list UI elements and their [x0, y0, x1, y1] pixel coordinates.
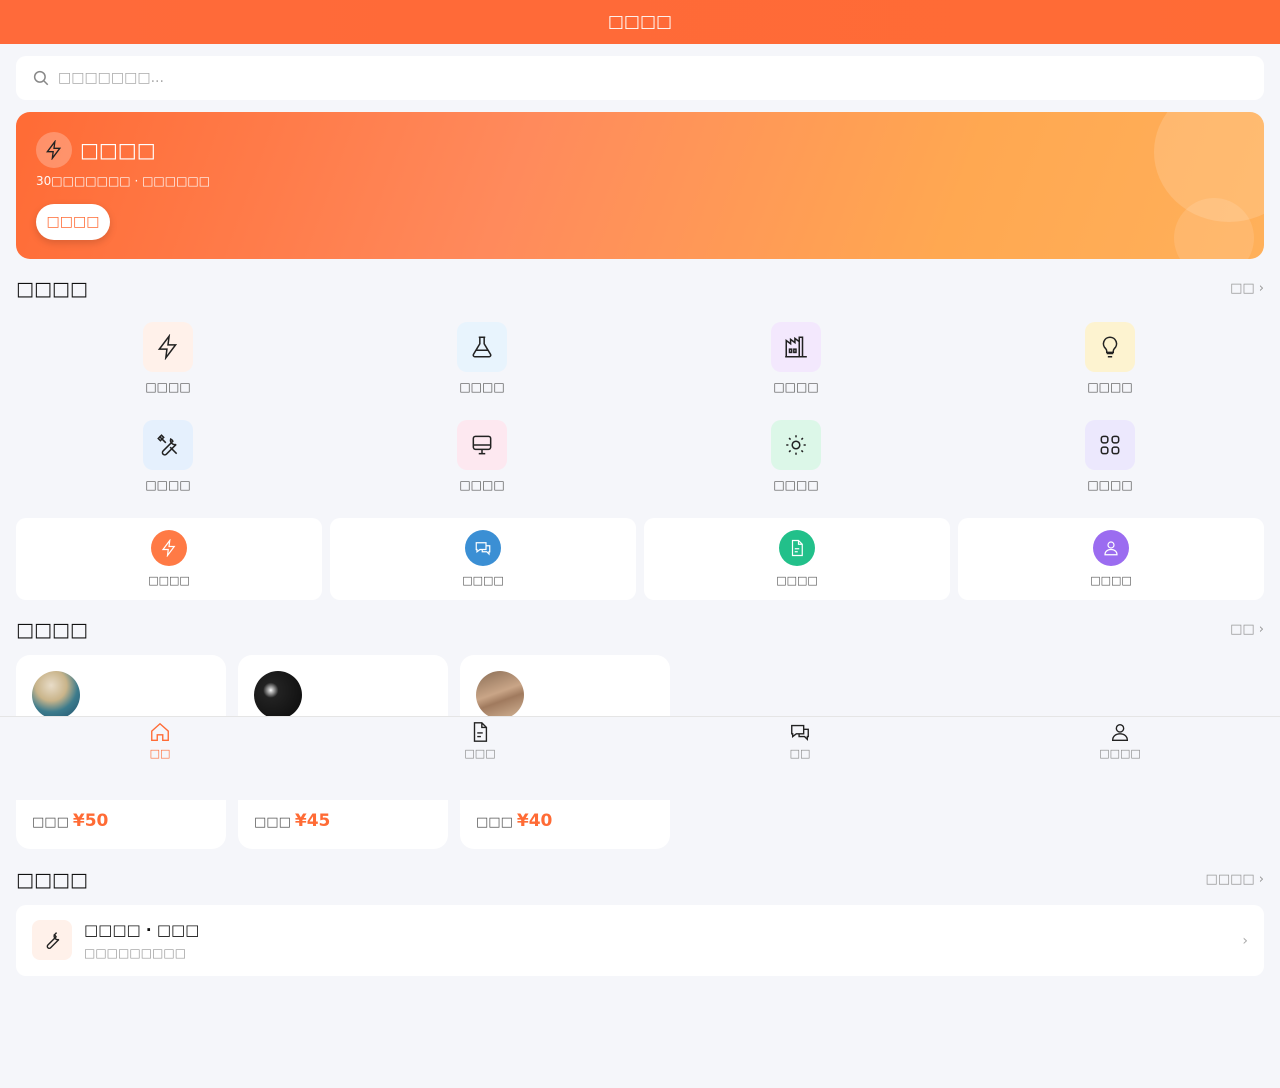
service-item[interactable]: □□□□ · □□□ □□□□□□□□□ › — [16, 905, 1264, 976]
masters-title: □□□□ — [16, 619, 88, 641]
home-icon — [151, 722, 169, 741]
banner-subtitle: 30□□□□□□□ · □□□□□□ — [36, 174, 211, 188]
category-item[interactable]: □□□□ — [402, 322, 562, 394]
category-label: □□□□ — [773, 478, 819, 492]
category-label: □□□□ — [459, 478, 505, 492]
master-price: □□□ ¥50 — [32, 811, 109, 831]
nav-profile[interactable]: □□□□ — [960, 721, 1280, 760]
nav-orders[interactable]: □□□ — [320, 721, 640, 760]
category-item[interactable]: □□□□ — [716, 322, 876, 394]
quick-action-label: □□□□ — [148, 574, 190, 587]
category-label: □□□□ — [1087, 380, 1133, 394]
category-item[interactable]: □□□□ — [716, 420, 876, 492]
user-icon — [1093, 530, 1129, 566]
quick-action[interactable]: □□□□ — [16, 518, 322, 600]
avatar — [254, 671, 302, 719]
app-header: □□□□ — [0, 0, 1280, 44]
category-label: □□□□ — [1087, 478, 1133, 492]
avatar — [476, 671, 524, 719]
lightning-icon — [143, 322, 193, 372]
search-icon — [33, 70, 49, 86]
service-subtitle: □□□□□□□□□ — [84, 946, 187, 960]
quick-action-label: □□□□ — [776, 574, 818, 587]
quick-action[interactable]: □□□□ — [644, 518, 950, 600]
chat-icon — [465, 530, 501, 566]
chat-icon — [791, 724, 809, 741]
master-price: □□□ ¥45 — [254, 811, 331, 831]
category-item[interactable]: □□□□ — [402, 420, 562, 492]
service-title: □□□□ · □□□ — [84, 921, 200, 939]
monitor-icon — [457, 420, 507, 470]
quick-action-label: □□□□ — [1090, 574, 1132, 587]
banner-title: □□□□ — [80, 138, 156, 162]
user-icon — [1111, 723, 1129, 741]
document-icon — [473, 722, 488, 742]
search-bar[interactable] — [16, 56, 1264, 100]
masters-more-link[interactable]: □□ › — [1230, 622, 1264, 637]
nav-home[interactable]: □□ — [0, 721, 320, 760]
chevron-right-icon: › — [1242, 933, 1248, 949]
grid-icon — [1085, 420, 1135, 470]
category-label: □□□□ — [145, 478, 191, 492]
quick-action[interactable]: □□□□ — [330, 518, 636, 600]
categories-more-link[interactable]: □□ › — [1230, 281, 1264, 296]
category-label: □□□□ — [145, 380, 191, 394]
category-item[interactable]: □□□□ — [88, 420, 248, 492]
category-item[interactable]: □□□□ — [88, 322, 248, 394]
services-title: □□□□ — [16, 869, 88, 891]
master-price: □□□ ¥40 — [476, 811, 553, 831]
page-title: □□□□ — [607, 12, 673, 32]
avatar — [32, 671, 80, 719]
sun-icon — [771, 420, 821, 470]
services-more-link[interactable]: □□□□ › — [1206, 872, 1264, 887]
categories-title: □□□□ — [16, 278, 88, 300]
flask-icon — [457, 322, 507, 372]
tools-icon — [143, 420, 193, 470]
bulb-icon — [1085, 322, 1135, 372]
category-label: □□□□ — [459, 380, 505, 394]
bottom-nav: □□ □□□ □□ □□□□ — [0, 716, 1280, 800]
lightning-icon — [151, 530, 187, 566]
search-input[interactable] — [58, 70, 1158, 86]
document-icon — [779, 530, 815, 566]
category-label: □□□□ — [773, 380, 819, 394]
category-item[interactable]: □□□□ — [1030, 420, 1190, 492]
quick-action[interactable]: □□□□ — [958, 518, 1264, 600]
factory-icon — [771, 322, 821, 372]
banner-button[interactable]: □□□□ — [36, 204, 110, 240]
wrench-icon — [32, 920, 72, 960]
promo-banner[interactable]: □□□□ 30□□□□□□□ · □□□□□□ □□□□ — [16, 112, 1264, 259]
category-item[interactable]: □□□□ — [1030, 322, 1190, 394]
nav-messages[interactable]: □□ — [640, 721, 960, 760]
quick-action-label: □□□□ — [462, 574, 504, 587]
lightning-icon — [36, 132, 72, 168]
